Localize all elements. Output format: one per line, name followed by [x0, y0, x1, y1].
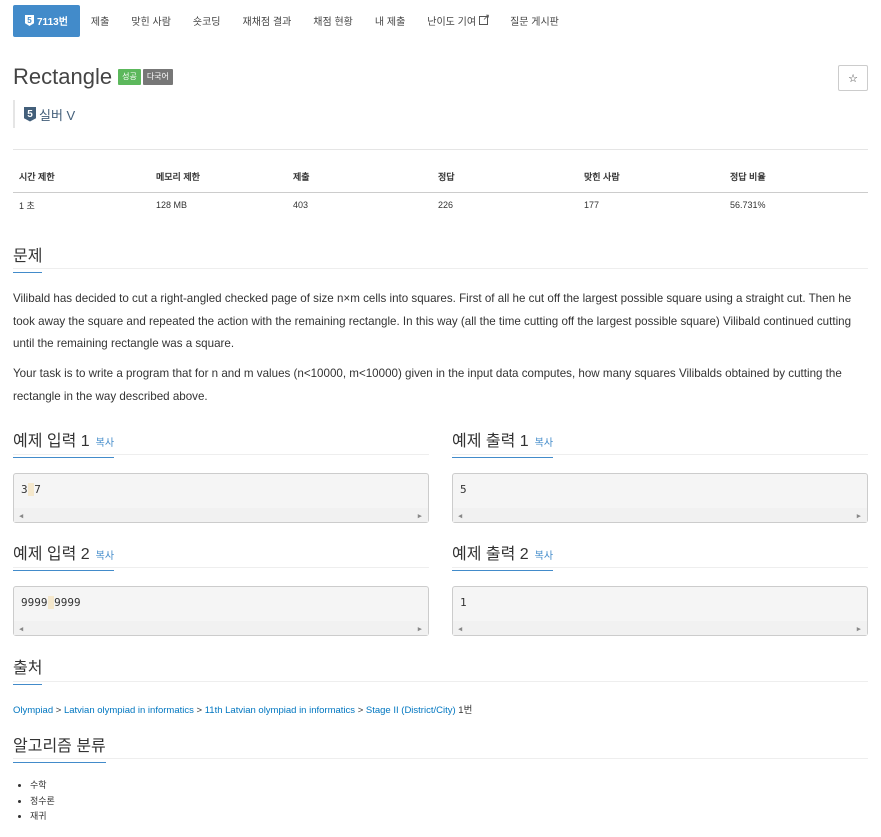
copy-sample-input-1-link[interactable]: 복사 — [96, 438, 114, 449]
algorithm-tag[interactable]: 정수론 — [30, 794, 55, 810]
header-memory-limit: 메모리 제한 — [150, 150, 287, 193]
sample-input-2-box[interactable]: 9999 9999 ◀ ▶ — [13, 586, 429, 636]
source-problem-number: 1번 — [458, 705, 473, 716]
algorithm-tag[interactable]: 재귀 — [30, 809, 55, 825]
time-limit-value: 1 초 — [19, 200, 35, 211]
problem-page: 5 7113번 제출 맞힌 사람 숏코딩 재채점 결과 채점 현황 내 제출 난… — [13, 0, 868, 763]
favorite-star-button[interactable]: ☆ — [838, 65, 868, 91]
scroll-right-icon[interactable]: ▶ — [418, 625, 422, 633]
source-breadcrumb: Olympiad > Latvian olympiad in informati… — [13, 705, 473, 716]
algorithm-tag-list: 수학 정수론 재귀 — [30, 778, 55, 825]
info-value-row: 1 초 128 MB 403 226 177 56.731% — [13, 192, 868, 218]
divider — [13, 268, 868, 269]
scroll-left-icon[interactable]: ◀ — [19, 512, 23, 520]
scroll-right-icon[interactable]: ▶ — [857, 625, 861, 633]
info-header-row: 시간 제한 메모리 제한 제출 정답 맞힌 사람 정답 비율 — [13, 150, 868, 193]
memory-limit-value: 128 MB — [156, 200, 188, 211]
tab-problem-number[interactable]: 5 7113번 — [13, 4, 80, 37]
divider — [452, 454, 868, 455]
sample-output-2-text: 1 — [460, 596, 467, 609]
divider — [452, 567, 868, 568]
copy-sample-output-2-link[interactable]: 복사 — [535, 551, 553, 562]
problem-info-table: 시간 제한 메모리 제한 제출 정답 맞힌 사람 정답 비율 1 초 128 M… — [13, 149, 868, 218]
scroll-left-icon[interactable]: ◀ — [19, 625, 23, 633]
tab-rejudge-results[interactable]: 재채점 결과 — [232, 5, 303, 37]
tab-question-board[interactable]: 질문 게시판 — [499, 5, 570, 37]
header-accepted: 정답 — [432, 150, 578, 193]
silver-tier-icon: 5 — [24, 106, 36, 122]
sample-input-1-text: 3 7 — [21, 483, 41, 496]
sample-output-1-box[interactable]: 5 ◀ ▶ — [452, 473, 868, 523]
horizontal-scrollbar[interactable] — [14, 621, 428, 635]
divider — [13, 567, 429, 568]
tab-submit[interactable]: 제출 — [80, 5, 120, 37]
success-label: 성공 — [118, 69, 141, 85]
tab-status[interactable]: 채점 현황 — [302, 5, 364, 37]
source-link-latvian-olympiad[interactable]: Latvian olympiad in informatics — [64, 705, 194, 716]
source-link-stage-ii[interactable]: Stage II (District/City) — [366, 705, 456, 716]
horizontal-scrollbar[interactable] — [453, 508, 867, 522]
tab-problem-number-label: 7113번 — [37, 17, 68, 28]
sample-input-2-title: 예제 입력 2 — [13, 546, 90, 563]
tab-my-submissions[interactable]: 내 제출 — [364, 5, 416, 37]
horizontal-scrollbar[interactable] — [14, 508, 428, 522]
tab-difficulty-contribution[interactable]: 난이도 기여 — [416, 5, 499, 37]
divider — [13, 454, 429, 455]
submissions-value: 403 — [293, 200, 309, 211]
header-time-limit: 시간 제한 — [13, 150, 150, 193]
divider — [13, 681, 868, 682]
tier-badge-icon: 5 — [25, 15, 34, 26]
sample-output-2-title: 예제 출력 2 — [452, 546, 529, 563]
accept-ratio-value: 56.731% — [730, 200, 766, 211]
sample-output-1-title: 예제 출력 1 — [452, 433, 529, 450]
source-link-olympiad[interactable]: Olympiad — [13, 705, 53, 716]
problem-tier: 5 실버 V — [13, 100, 75, 128]
scroll-left-icon[interactable]: ◀ — [458, 625, 462, 633]
algorithm-tag[interactable]: 수학 — [30, 778, 55, 794]
tab-short-coding[interactable]: 숏코딩 — [182, 5, 232, 37]
multilingual-label: 다국어 — [142, 69, 173, 85]
problem-description-1: Vilibald has decided to cut a right-angl… — [13, 292, 852, 350]
external-link-icon — [479, 12, 490, 25]
sample-input-1-box[interactable]: 3 7 ◀ ▶ — [13, 473, 429, 523]
tab-difficulty-label: 난이도 기여 — [427, 17, 477, 28]
source-link-11th-latvian-olympiad[interactable]: 11th Latvian olympiad in informatics — [205, 705, 355, 716]
header-accept-ratio: 정답 비율 — [724, 150, 868, 193]
solved-users-value: 177 — [584, 200, 600, 211]
problem-header: Rectangle 성공 다국어 — [13, 64, 173, 90]
star-icon: ☆ — [848, 72, 858, 85]
copy-sample-output-1-link[interactable]: 복사 — [535, 438, 553, 449]
horizontal-scrollbar[interactable] — [453, 621, 867, 635]
accepted-value: 226 — [438, 200, 454, 211]
sample-input-2-text: 9999 9999 — [21, 596, 81, 609]
sample-output-2-box[interactable]: 1 ◀ ▶ — [452, 586, 868, 636]
scroll-right-icon[interactable]: ▶ — [857, 512, 861, 520]
tier-label: 실버 V — [39, 107, 76, 123]
divider — [13, 758, 868, 759]
scroll-right-icon[interactable]: ▶ — [418, 512, 422, 520]
header-solved-users: 맞힌 사람 — [578, 150, 724, 193]
sample-output-1-text: 5 — [460, 483, 467, 496]
copy-sample-input-2-link[interactable]: 복사 — [96, 551, 114, 562]
header-submissions: 제출 — [287, 150, 432, 193]
scroll-left-icon[interactable]: ◀ — [458, 512, 462, 520]
problem-title: Rectangle — [13, 64, 113, 89]
sample-input-1-title: 예제 입력 1 — [13, 433, 90, 450]
tab-solved-users[interactable]: 맞힌 사람 — [120, 5, 182, 37]
problem-description-2: Your task is to write a program that for… — [13, 367, 842, 403]
problem-menu: 5 7113번 제출 맞힌 사람 숏코딩 재채점 결과 채점 현황 내 제출 난… — [13, 3, 868, 38]
